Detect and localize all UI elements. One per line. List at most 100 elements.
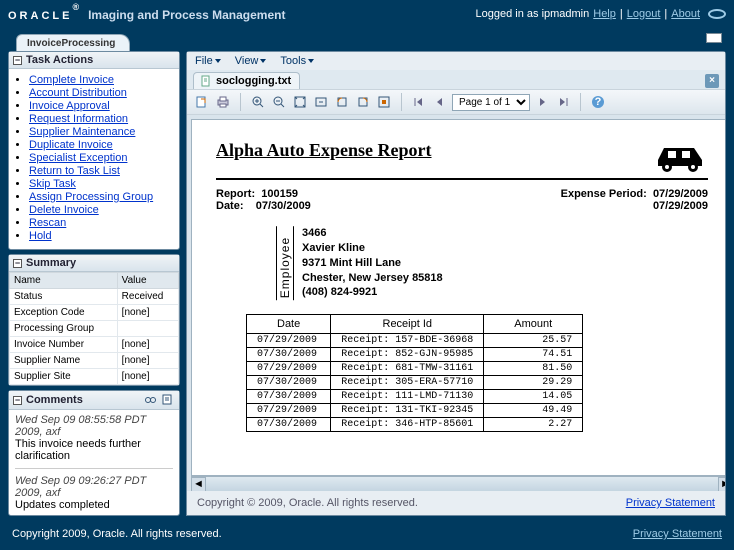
summary-name: Processing Group <box>10 321 118 337</box>
task-link[interactable]: Assign Processing Group <box>29 191 153 203</box>
next-page-icon[interactable] <box>533 93 551 111</box>
status-oval-icon <box>708 9 726 19</box>
summary-table: NameValue StatusReceivedException Code[n… <box>9 272 179 385</box>
task-link[interactable]: Rescan <box>29 217 66 229</box>
collapse-icon[interactable] <box>706 33 722 43</box>
receipt-id: Receipt: 111-LMD-71130 <box>331 390 484 404</box>
fit-width-icon[interactable] <box>312 93 330 111</box>
prev-page-icon[interactable] <box>431 93 449 111</box>
svg-text:?: ? <box>595 96 602 108</box>
inner-privacy-link[interactable]: Privacy Statement <box>626 497 715 509</box>
about-link[interactable]: About <box>671 8 700 20</box>
task-link[interactable]: Invoice Approval <box>29 100 110 112</box>
outer-footer: Copyright 2009, Oracle. All rights reser… <box>0 522 734 550</box>
task-link[interactable]: Complete Invoice <box>29 74 114 86</box>
report-meta-right: Expense Period: 07/29/2009 07/29/2009 <box>561 188 708 212</box>
rotate-left-icon[interactable] <box>333 93 351 111</box>
collapse-toggle-icon[interactable]: − <box>13 56 22 65</box>
document-icon <box>200 75 212 87</box>
app-title: Imaging and Process Management <box>88 8 285 22</box>
scroll-right-icon[interactable]: ► <box>718 477 725 492</box>
tab-invoice-processing[interactable]: InvoiceProcessing <box>16 34 130 51</box>
viewer-toolbar: Page 1 of 1 ? <box>187 89 725 115</box>
h-scrollbar[interactable]: ◄ ► <box>191 476 725 491</box>
help-icon[interactable]: ? <box>589 93 607 111</box>
summary-row: Invoice Number[none] <box>10 337 179 353</box>
task-item: Supplier Maintenance <box>29 126 175 138</box>
export-icon[interactable] <box>193 93 211 111</box>
task-link[interactable]: Skip Task <box>29 178 76 190</box>
brand: ORACLE® Imaging and Process Management <box>8 2 285 25</box>
receipt-row: 07/29/2009Receipt: 131-TKI-9234549.49 <box>247 404 583 418</box>
zoom-in-icon[interactable] <box>249 93 267 111</box>
task-item: Request Information <box>29 113 175 125</box>
comments-title: Comments <box>26 394 83 406</box>
task-link[interactable]: Hold <box>29 230 52 242</box>
receipt-amount: 29.29 <box>484 376 583 390</box>
task-link[interactable]: Return to Task List <box>29 165 120 177</box>
summary-panel: −Summary NameValue StatusReceivedExcepti… <box>8 254 180 386</box>
viewer-canvas[interactable]: Alpha Auto Expense Report <box>191 119 725 476</box>
task-link[interactable]: Account Distribution <box>29 87 127 99</box>
menu-file[interactable]: File <box>195 55 221 67</box>
doc-tab[interactable]: soclogging.txt <box>193 72 300 89</box>
comment-text: This invoice needs further clarification <box>15 438 173 462</box>
close-doc-icon[interactable]: × <box>705 74 719 88</box>
task-link[interactable]: Specialist Exception <box>29 152 127 164</box>
dropdown-icon <box>308 59 314 63</box>
summary-row: Exception Code[none] <box>10 305 179 321</box>
task-link[interactable]: Supplier Maintenance <box>29 126 135 138</box>
page-selector[interactable]: Page 1 of 1 <box>452 94 530 111</box>
print-icon[interactable] <box>214 93 232 111</box>
sidebar: −Task Actions Complete InvoiceAccount Di… <box>8 51 180 516</box>
receipt-row: 07/30/2009Receipt: 305-ERA-5771029.29 <box>247 376 583 390</box>
receipt-amount: 14.05 <box>484 390 583 404</box>
receipt-id: Receipt: 852-GJN-95985 <box>331 348 484 362</box>
receipt-date: 07/29/2009 <box>247 334 331 348</box>
col-date: Date <box>247 315 331 334</box>
summary-row: Supplier Name[none] <box>10 353 179 369</box>
task-item: Skip Task <box>29 178 175 190</box>
task-link[interactable]: Request Information <box>29 113 128 125</box>
receipt-date: 07/29/2009 <box>247 362 331 376</box>
col-receipt: Receipt Id <box>331 315 484 334</box>
top-bar: ORACLE® Imaging and Process Management L… <box>0 0 734 29</box>
summary-name: Status <box>10 289 118 305</box>
receipt-amount: 74.51 <box>484 348 583 362</box>
first-page-icon[interactable] <box>410 93 428 111</box>
receipt-amount: 81.50 <box>484 362 583 376</box>
last-page-icon[interactable] <box>554 93 572 111</box>
receipt-amount: 2.27 <box>484 418 583 432</box>
menu-view[interactable]: View <box>235 55 267 67</box>
comments-panel: −Comments Wed Sep 09 08:55:58 PDT 2009, … <box>8 390 180 516</box>
summary-row: Processing Group <box>10 321 179 337</box>
view-comments-icon[interactable] <box>144 393 158 407</box>
logout-link[interactable]: Logout <box>627 8 661 20</box>
collapse-toggle-icon[interactable]: − <box>13 396 22 405</box>
dropdown-icon <box>260 59 266 63</box>
rotate-right-icon[interactable] <box>354 93 372 111</box>
add-comment-icon[interactable] <box>161 393 175 407</box>
collapse-toggle-icon[interactable]: − <box>13 259 22 268</box>
scroll-left-icon[interactable]: ◄ <box>191 477 206 492</box>
receipt-row: 07/30/2009Receipt: 111-LMD-7113014.05 <box>247 390 583 404</box>
fit-page-icon[interactable] <box>291 93 309 111</box>
actual-size-icon[interactable] <box>375 93 393 111</box>
task-item: Specialist Exception <box>29 152 175 164</box>
summary-name: Invoice Number <box>10 337 118 353</box>
help-link[interactable]: Help <box>593 8 616 20</box>
receipt-date: 07/30/2009 <box>247 348 331 362</box>
zoom-out-icon[interactable] <box>270 93 288 111</box>
comment-text: Updates completed <box>15 499 173 511</box>
outer-privacy-link[interactable]: Privacy Statement <box>633 528 722 540</box>
task-link[interactable]: Delete Invoice <box>29 204 99 216</box>
menubar: File View Tools <box>187 52 725 70</box>
dropdown-icon <box>215 59 221 63</box>
employee-info: 3466 Xavier Kline 9371 Mint Hill Lane Ch… <box>302 226 443 300</box>
receipt-amount: 49.49 <box>484 404 583 418</box>
task-link[interactable]: Duplicate Invoice <box>29 139 113 151</box>
doc-tab-row: soclogging.txt × <box>187 70 725 89</box>
receipt-date: 07/30/2009 <box>247 376 331 390</box>
menu-tools[interactable]: Tools <box>280 55 314 67</box>
summary-col-value: Value <box>117 273 178 289</box>
